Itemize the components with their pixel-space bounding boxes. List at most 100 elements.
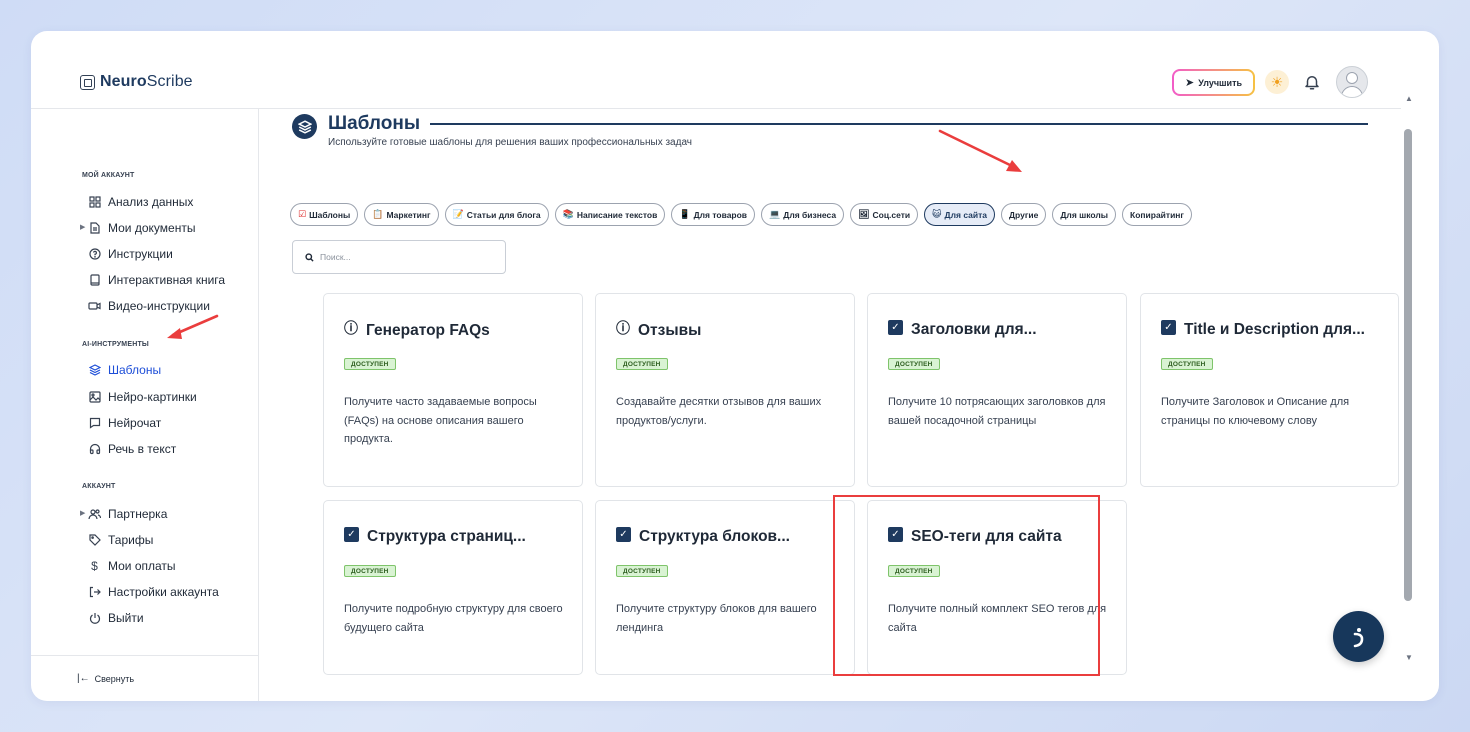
chip-templates[interactable]: ☑ Шаблоны [290, 203, 359, 226]
avatar[interactable] [1336, 66, 1368, 98]
sidebar-item-account-settings[interactable]: Настройки аккаунта [88, 583, 219, 601]
sun-icon[interactable]: ☀ [1265, 70, 1289, 94]
main-content: Шаблоны Используйте готовые шаблоны для … [260, 109, 1401, 701]
sidebar-item-label: Инструкции [108, 247, 173, 261]
chip-website[interactable]: 😺 Для сайта [924, 203, 995, 226]
template-card-blocks-structure[interactable]: ✓ Структура блоков... ДОСТУПЕН Получите с… [595, 500, 855, 675]
scroll-up-arrow-icon[interactable]: ▲ [1405, 94, 1413, 103]
sidebar-item-label: Речь в текст [108, 442, 177, 456]
sidebar-item-templates[interactable]: Шаблоны [88, 361, 161, 379]
card-description: Создавайте десятки отзывов для ваших про… [616, 396, 822, 427]
status-badge: ДОСТУПЕН [344, 358, 396, 370]
check-icon: ✓ [1161, 319, 1176, 335]
sidebar: МОЙ АККАУНТ Анализ данных ▶ Мои документ… [31, 109, 259, 701]
chip-products[interactable]: 📱 Для товаров [671, 203, 756, 226]
logo-icon [80, 74, 95, 90]
chip-social[interactable]: 🖼 Соц.сети [850, 203, 919, 226]
card-title: Генератор FAQs [366, 322, 490, 339]
template-card-page-structure[interactable]: ✓ Структура страниц... ДОСТУПЕН Получите … [323, 500, 583, 675]
book-icon [88, 274, 101, 287]
scroll-thumb[interactable] [1404, 129, 1412, 601]
template-card-title-description[interactable]: ✓ Title и Description для... ДОСТУПЕН Пол… [1140, 293, 1399, 487]
app-window: NeuroScribe ➤ Улучшить ☀ МОЙ АККАУНТ Ана… [31, 31, 1439, 701]
rocket-icon: ➤ [1184, 77, 1195, 89]
card-description: Получите 10 потрясающих заголовков для в… [888, 396, 1106, 427]
logo-bold: Neuro [100, 73, 147, 90]
card-title: Отзывы [638, 322, 702, 339]
chip-copywriting[interactable]: Копирайтинг [1122, 203, 1192, 226]
vertical-scrollbar[interactable]: ▲ ▼ [1402, 91, 1414, 671]
status-badge: ДОСТУПЕН [616, 358, 668, 370]
layers-icon [88, 364, 101, 377]
template-card-headlines[interactable]: ✓ Заголовки для... ДОСТУПЕН Получите 10 п… [867, 293, 1127, 487]
sidebar-item-neuro-chat[interactable]: Нейрочат [88, 414, 161, 432]
users-icon [88, 508, 101, 521]
caret-right-icon: ▶ [80, 510, 86, 517]
chip-writing[interactable]: 📚 Написание текстов [554, 203, 666, 226]
books-icon: 📚 [562, 209, 574, 219]
caret-right-icon: ▶ [80, 224, 86, 231]
sidebar-item-label: Интерактивная книга [108, 273, 226, 287]
sidebar-item-book[interactable]: Интерактивная книга [88, 271, 225, 289]
collapse-label: Свернуть [94, 673, 135, 684]
headphones-icon [88, 443, 101, 456]
title-divider [430, 123, 1368, 125]
chat-widget-button[interactable] [1333, 611, 1384, 662]
status-badge: ДОСТУПЕН [888, 358, 940, 370]
collapse-sidebar-button[interactable]: |← Свернуть [77, 673, 134, 684]
bell-icon[interactable] [1303, 73, 1321, 91]
card-title: Структура страниц... [367, 528, 526, 545]
chip-other[interactable]: Другие [1001, 203, 1047, 226]
chip-business[interactable]: 💻 Для бизнеса [761, 203, 845, 226]
help-icon [88, 248, 101, 261]
sidebar-item-label: Настройки аккаунта [108, 585, 219, 599]
sidebar-item-tariffs[interactable]: Тарифы [88, 531, 153, 549]
sidebar-item-video[interactable]: Видео-инструкции [88, 297, 210, 315]
chip-school[interactable]: Для школы [1052, 203, 1117, 226]
search-input[interactable] [320, 252, 500, 262]
top-header: NeuroScribe ➤ Улучшить ☀ [31, 31, 1401, 109]
sidebar-item-analytics[interactable]: Анализ данных [88, 193, 193, 211]
sidebar-item-logout[interactable]: Выйти [88, 609, 144, 627]
sidebar-item-speech-to-text[interactable]: Речь в текст [88, 440, 176, 458]
clipboard-icon: 📋 [372, 209, 384, 219]
cat-icon: 😺 [932, 209, 942, 219]
check-icon: ✓ [616, 526, 631, 542]
chip-blog[interactable]: 📝 Статьи для блога [444, 203, 549, 226]
power-icon [88, 612, 101, 625]
card-description: Получите Заголовок и Описание для страни… [1161, 396, 1350, 427]
sidebar-item-payments[interactable]: $ Мои оплаты [88, 557, 176, 575]
scroll-down-arrow-icon[interactable]: ▼ [1405, 653, 1413, 662]
tag-icon [88, 534, 101, 547]
card-description: Получите часто задаваемые вопросы (FAQs)… [344, 396, 537, 445]
search-icon [305, 252, 314, 262]
dollar-icon: $ [91, 559, 98, 573]
chip-marketing[interactable]: 📋 Маркетинг [364, 203, 439, 226]
sidebar-item-label: Выйти [108, 611, 144, 625]
login-icon [88, 586, 101, 599]
laptop-icon: 💻 [769, 209, 781, 219]
sidebar-item-label: Мои оплаты [108, 559, 176, 573]
sidebar-item-documents[interactable]: ▶ Мои документы [80, 219, 196, 237]
upgrade-label: Улучшить [1198, 77, 1243, 88]
phone-icon: 📱 [679, 209, 691, 219]
logo[interactable]: NeuroScribe [80, 73, 193, 91]
card-title: Заголовки для... [911, 321, 1037, 338]
upgrade-button[interactable]: ➤ Улучшить [1172, 69, 1255, 96]
sidebar-item-partners[interactable]: ▶ Партнерка [80, 505, 167, 523]
layers-icon [292, 114, 317, 139]
page-title: Шаблоны [328, 113, 421, 134]
sidebar-item-label: Нейрочат [108, 416, 162, 430]
sidebar-item-neuro-images[interactable]: Нейро-картинки [88, 388, 197, 406]
sidebar-item-label: Нейро-картинки [108, 390, 197, 404]
collapse-icon: |← [77, 673, 90, 684]
category-chips: ☑ Шаблоны 📋 Маркетинг 📝 Статьи для блога 📚 Н… [290, 203, 1192, 226]
picture-icon: 🖼 [858, 209, 870, 219]
template-card-faq[interactable]: ⓘ Генератор FAQs ДОСТУПЕН Получите часто … [323, 293, 583, 487]
status-badge: ДОСТУПЕН [1161, 358, 1213, 370]
check-icon: ✓ [344, 526, 359, 542]
template-card-reviews[interactable]: ⓘ Отзывы ДОСТУПЕН Создавайте десятки отзы… [595, 293, 855, 487]
document-icon [88, 222, 101, 235]
sidebar-item-label: Мои документы [108, 221, 196, 235]
sidebar-item-instructions[interactable]: Инструкции [88, 245, 173, 263]
